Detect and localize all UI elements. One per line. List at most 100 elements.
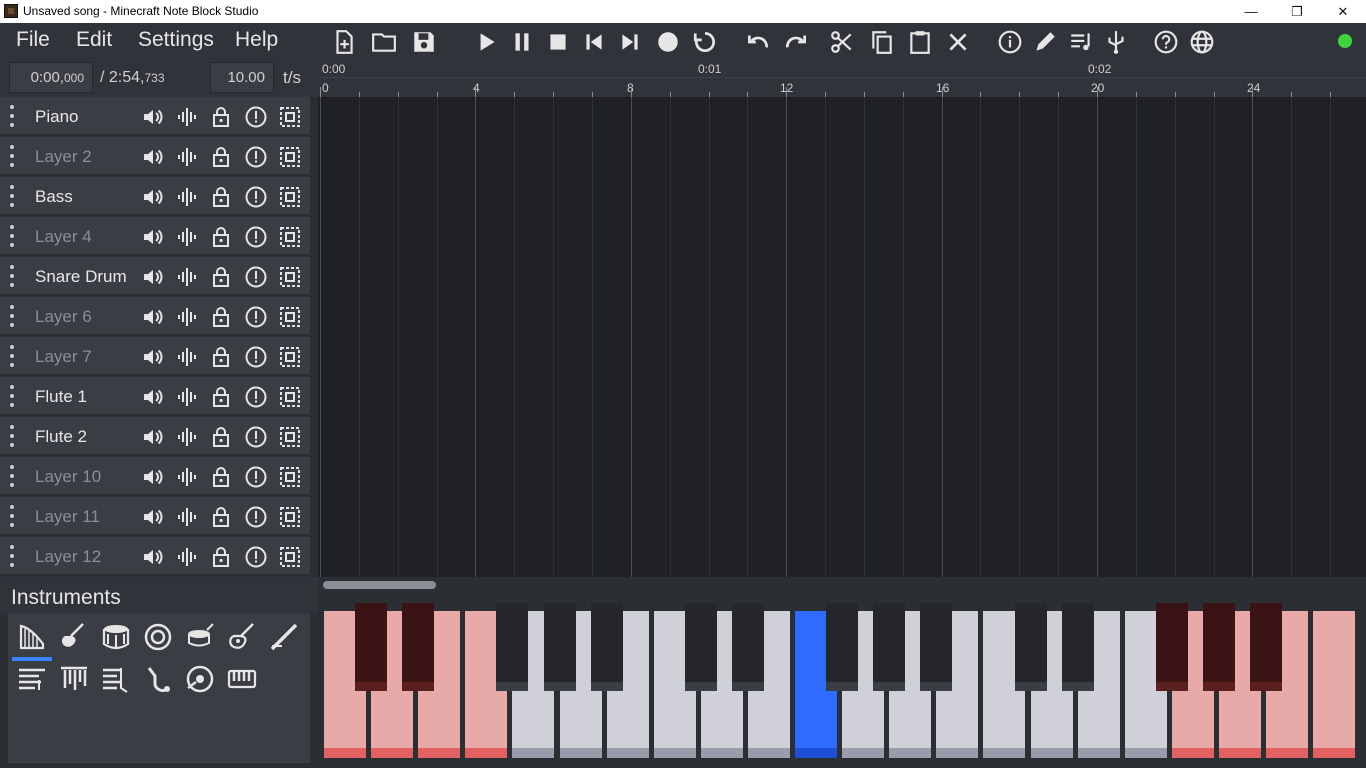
drag-handle-icon[interactable] bbox=[9, 265, 15, 287]
piano-key-black[interactable] bbox=[402, 603, 434, 691]
instrument-chime-button[interactable] bbox=[54, 659, 94, 699]
layer-name[interactable]: Flute 1 bbox=[35, 387, 87, 407]
drag-handle-icon[interactable] bbox=[9, 345, 15, 367]
piano-key-black[interactable] bbox=[591, 603, 623, 691]
volume-icon[interactable] bbox=[141, 145, 165, 169]
piano-key-black[interactable] bbox=[496, 603, 528, 691]
piano-key-black[interactable] bbox=[1062, 603, 1094, 691]
piano-key-black[interactable] bbox=[826, 603, 858, 691]
instrument-cow-bell-button[interactable] bbox=[180, 659, 220, 699]
solo-icon[interactable] bbox=[244, 225, 268, 249]
lock-icon[interactable] bbox=[209, 545, 233, 569]
stereo-icon[interactable] bbox=[175, 545, 199, 569]
layer-row[interactable]: Layer 12 bbox=[0, 537, 310, 575]
select-all-icon[interactable] bbox=[278, 505, 302, 529]
minimize-button[interactable]: — bbox=[1228, 0, 1274, 23]
lock-icon[interactable] bbox=[209, 145, 233, 169]
timeline-ruler[interactable]: 0:00 0:01 0:02 0 4 8 12 16 20 24 bbox=[318, 59, 1366, 97]
instrument-bass-drum-button[interactable] bbox=[96, 617, 136, 657]
layer-name[interactable]: Layer 2 bbox=[35, 147, 92, 167]
drag-handle-icon[interactable] bbox=[9, 225, 15, 247]
layer-row[interactable]: Piano bbox=[0, 97, 310, 135]
select-all-icon[interactable] bbox=[278, 425, 302, 449]
piano-key-black[interactable] bbox=[1156, 603, 1188, 691]
solo-icon[interactable] bbox=[244, 185, 268, 209]
drag-handle-icon[interactable] bbox=[9, 545, 15, 567]
drag-handle-icon[interactable] bbox=[9, 305, 15, 327]
solo-icon[interactable] bbox=[244, 345, 268, 369]
stereo-icon[interactable] bbox=[175, 465, 199, 489]
layer-row[interactable]: Snare Drum bbox=[0, 257, 310, 295]
lock-icon[interactable] bbox=[209, 425, 233, 449]
layer-name[interactable]: Layer 12 bbox=[35, 547, 101, 567]
current-time-field[interactable]: 0:00, 000 bbox=[9, 62, 93, 93]
drag-handle-icon[interactable] bbox=[9, 425, 15, 447]
website-button[interactable] bbox=[1187, 27, 1217, 57]
instrument-double-bass-button[interactable] bbox=[54, 617, 94, 657]
layer-name[interactable]: Piano bbox=[35, 107, 78, 127]
solo-icon[interactable] bbox=[244, 505, 268, 529]
select-all-icon[interactable] bbox=[278, 305, 302, 329]
stereo-icon[interactable] bbox=[175, 385, 199, 409]
lock-icon[interactable] bbox=[209, 505, 233, 529]
volume-icon[interactable] bbox=[141, 265, 165, 289]
open-song-button[interactable] bbox=[369, 27, 399, 57]
stereo-icon[interactable] bbox=[175, 265, 199, 289]
piano-key-black[interactable] bbox=[1203, 603, 1235, 691]
lock-icon[interactable] bbox=[209, 225, 233, 249]
piano-key-black[interactable] bbox=[920, 603, 952, 691]
layer-row[interactable]: Layer 6 bbox=[0, 297, 310, 335]
lock-icon[interactable] bbox=[209, 385, 233, 409]
pause-button[interactable] bbox=[507, 27, 537, 57]
select-all-icon[interactable] bbox=[278, 385, 302, 409]
volume-icon[interactable] bbox=[141, 225, 165, 249]
stereo-icon[interactable] bbox=[175, 185, 199, 209]
instrument-flute-button[interactable] bbox=[264, 617, 304, 657]
layer-row[interactable]: Layer 11 bbox=[0, 497, 310, 535]
stereo-icon[interactable] bbox=[175, 505, 199, 529]
lock-icon[interactable] bbox=[209, 465, 233, 489]
song-info-button[interactable] bbox=[995, 27, 1025, 57]
loop-button[interactable] bbox=[690, 27, 720, 57]
layer-row[interactable]: Bass bbox=[0, 177, 310, 215]
piano-key-black[interactable] bbox=[1250, 603, 1282, 691]
layer-name[interactable]: Snare Drum bbox=[35, 267, 127, 287]
piano-key-white[interactable] bbox=[1313, 611, 1355, 758]
select-all-icon[interactable] bbox=[278, 545, 302, 569]
note-grid[interactable] bbox=[318, 97, 1366, 577]
midi-device-button[interactable] bbox=[1101, 27, 1131, 57]
select-all-icon[interactable] bbox=[278, 345, 302, 369]
instrument-bell-button[interactable] bbox=[12, 659, 52, 699]
drag-handle-icon[interactable] bbox=[9, 465, 15, 487]
piano-key-black[interactable] bbox=[1015, 603, 1047, 691]
record-button[interactable] bbox=[653, 27, 683, 57]
volume-icon[interactable] bbox=[141, 425, 165, 449]
stereo-icon[interactable] bbox=[175, 305, 199, 329]
volume-icon[interactable] bbox=[141, 105, 165, 129]
layer-name[interactable]: Bass bbox=[35, 187, 73, 207]
menu-edit[interactable]: Edit bbox=[76, 28, 112, 52]
save-song-button[interactable] bbox=[409, 27, 439, 57]
maximize-button[interactable]: ❐ bbox=[1274, 0, 1320, 23]
instrument-snare-drum-button[interactable] bbox=[138, 617, 178, 657]
drag-handle-icon[interactable] bbox=[9, 385, 15, 407]
layer-row[interactable]: Flute 1 bbox=[0, 377, 310, 415]
instrument-xylophone-button[interactable] bbox=[96, 659, 136, 699]
layer-row[interactable]: Layer 2 bbox=[0, 137, 310, 175]
cut-button[interactable] bbox=[827, 27, 857, 57]
instrument-iron-xylophone-button[interactable] bbox=[138, 659, 178, 699]
tempo-field[interactable]: 10.00 bbox=[210, 62, 274, 93]
lock-icon[interactable] bbox=[209, 265, 233, 289]
solo-icon[interactable] bbox=[244, 465, 268, 489]
instrument-click-button[interactable] bbox=[180, 617, 220, 657]
skip-back-button[interactable] bbox=[579, 27, 609, 57]
select-all-icon[interactable] bbox=[278, 265, 302, 289]
solo-icon[interactable] bbox=[244, 545, 268, 569]
layer-row[interactable]: Layer 4 bbox=[0, 217, 310, 255]
menu-settings[interactable]: Settings bbox=[138, 28, 214, 52]
select-all-icon[interactable] bbox=[278, 225, 302, 249]
drag-handle-icon[interactable] bbox=[9, 185, 15, 207]
stereo-icon[interactable] bbox=[175, 145, 199, 169]
lock-icon[interactable] bbox=[209, 345, 233, 369]
drag-handle-icon[interactable] bbox=[9, 145, 15, 167]
